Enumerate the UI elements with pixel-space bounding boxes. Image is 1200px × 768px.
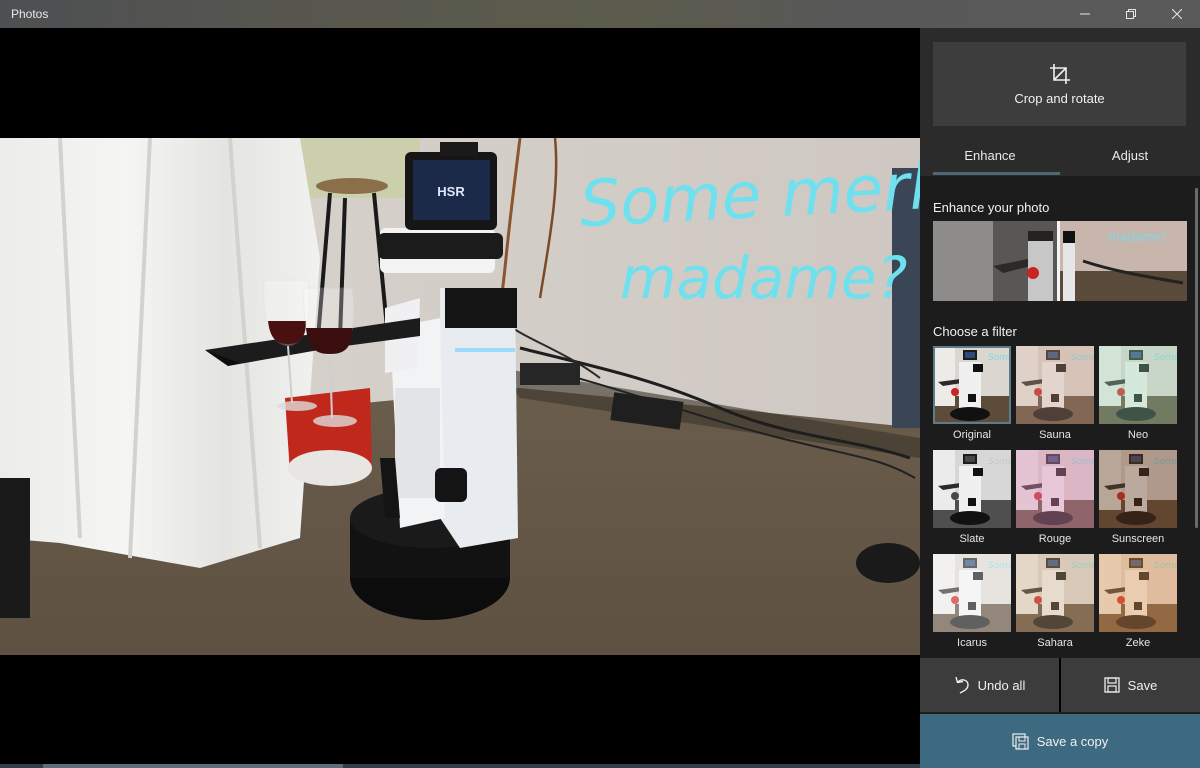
undo-icon	[954, 676, 969, 694]
photo-stage: HSR Some merlot, madame?	[0, 28, 920, 768]
crop-and-rotate-button[interactable]: Crop and rotate	[933, 42, 1186, 126]
scrollbar-thumb[interactable]	[43, 764, 343, 768]
photo-image: HSR Some merlot, madame?	[0, 138, 920, 655]
photo-canvas[interactable]: HSR Some merlot, madame?	[0, 138, 920, 655]
edit-tabs: Enhance Adjust	[920, 138, 1200, 176]
filter-icarus[interactable]: Some Icarus	[933, 554, 1011, 656]
filter-name: Zeke	[1125, 637, 1151, 649]
crop-and-rotate-label: Crop and rotate	[1014, 90, 1105, 106]
filter-sahara[interactable]: Some Sahara	[1016, 554, 1094, 656]
filter-thumbnail: Some	[933, 554, 1011, 632]
filter-name: Icarus	[957, 637, 987, 649]
filter-name: Original	[953, 429, 991, 441]
tab-adjust[interactable]: Adjust	[1060, 138, 1200, 176]
enhance-slider-handle[interactable]	[1057, 221, 1060, 301]
close-button[interactable]	[1154, 0, 1200, 28]
filter-original[interactable]: Some Original	[933, 346, 1011, 450]
filter-sauna[interactable]: Some Sauna	[1016, 346, 1094, 450]
enhance-preview-image: madame!	[933, 221, 1187, 301]
filter-name: Sahara	[1037, 637, 1073, 649]
close-icon	[1172, 9, 1182, 19]
filter-grid: SomeOriginalSomeSaunaSomeNeoSomeSlateSom…	[933, 346, 1183, 656]
enhance-title: Enhance your photo	[933, 200, 1050, 215]
save-icon	[1104, 677, 1120, 693]
filter-thumbnail: Some	[1016, 554, 1094, 632]
enhance-section: Enhance your photo madame! Choose a filt…	[920, 176, 1200, 656]
filter-thumbnail: Some	[933, 346, 1011, 424]
save-a-copy-label: Save a copy	[1036, 733, 1109, 749]
ink-annotation-line-2: madame?	[620, 244, 907, 312]
filter-thumbnail: Some	[1099, 554, 1177, 632]
filter-rouge[interactable]: Some Rouge	[1016, 450, 1094, 554]
minimize-button[interactable]	[1062, 0, 1108, 28]
undo-all-label: Undo all	[977, 677, 1026, 693]
filter-name: Sauna	[1039, 429, 1071, 441]
filter-thumbnail: Some	[1099, 450, 1177, 528]
filter-thumbnail: Some	[1016, 450, 1094, 528]
filter-sunscreen[interactable]: Some Sunscreen	[1099, 450, 1177, 554]
filter-name: Slate	[959, 533, 985, 545]
save-label: Save	[1127, 677, 1158, 693]
restore-button[interactable]	[1108, 0, 1154, 28]
action-bar: Undo all Save Save a copy	[920, 658, 1200, 768]
restore-icon	[1126, 9, 1136, 19]
undo-all-button[interactable]: Undo all	[920, 658, 1059, 712]
robot-screen-text: HSR	[437, 184, 465, 199]
save-a-copy-button[interactable]: Save a copy	[920, 714, 1200, 768]
crop-icon	[1049, 63, 1070, 84]
filter-name: Sunscreen	[1111, 533, 1165, 545]
edit-panel: Crop and rotate Enhance Adjust Enhance y…	[920, 28, 1200, 768]
filter-neo[interactable]: Some Neo	[1099, 346, 1177, 450]
filter-name: Rouge	[1038, 533, 1072, 545]
filter-name: Neo	[1127, 429, 1149, 441]
filter-thumbnail: Some	[1016, 346, 1094, 424]
enhance-preview[interactable]: madame!	[933, 221, 1187, 301]
panel-header: Crop and rotate Enhance Adjust	[920, 28, 1200, 176]
save-copy-icon	[1012, 732, 1029, 750]
minimize-icon	[1080, 13, 1090, 15]
filter-thumbnail: Some	[1099, 346, 1177, 424]
panel-scrollbar[interactable]	[1195, 188, 1198, 528]
title-bar: Photos	[0, 0, 1200, 28]
app-title: Photos	[11, 7, 49, 21]
filter-title: Choose a filter	[933, 324, 1017, 339]
horizontal-scrollbar[interactable]	[0, 764, 920, 768]
filter-thumbnail: Some	[933, 450, 1011, 528]
save-button[interactable]: Save	[1061, 658, 1200, 712]
tab-enhance[interactable]: Enhance	[920, 138, 1060, 176]
filter-slate[interactable]: Some Slate	[933, 450, 1011, 554]
filter-zeke[interactable]: Some Zeke	[1099, 554, 1177, 656]
svg-text:madame!: madame!	[1108, 230, 1166, 244]
